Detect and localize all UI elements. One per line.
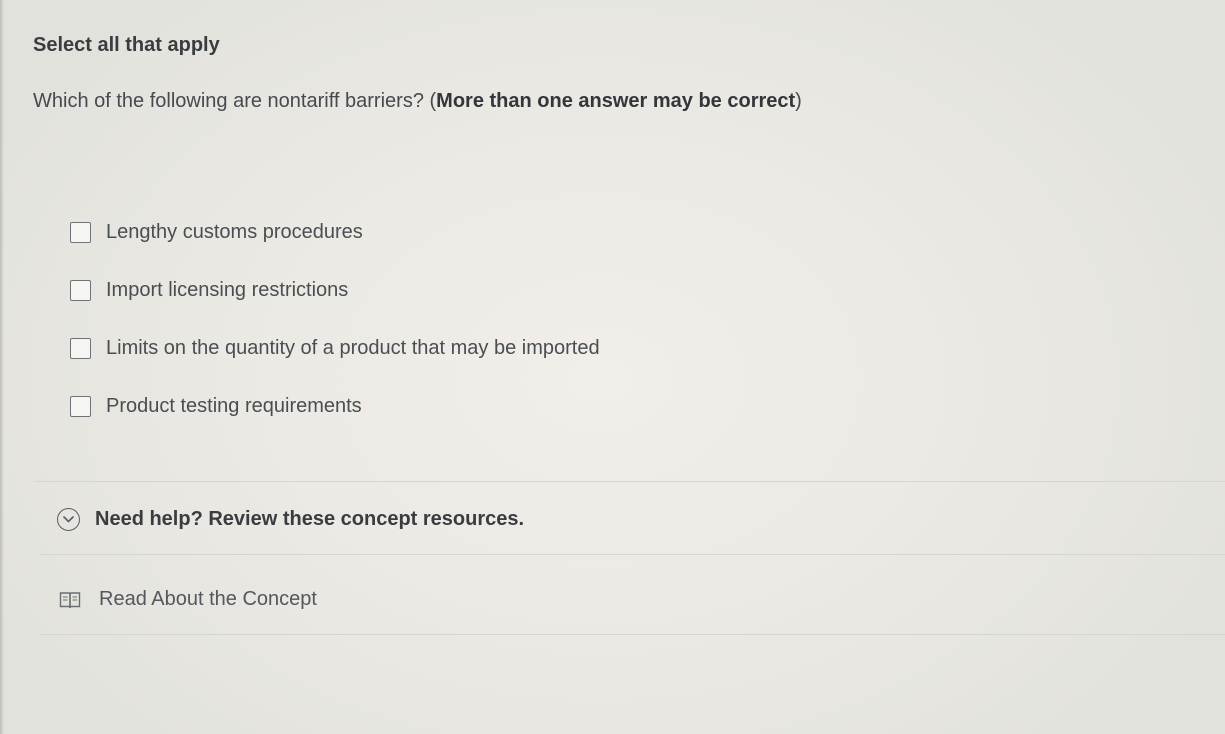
- concept-resources-label[interactable]: Need help? Review these concept resource…: [95, 508, 524, 531]
- read-about-concept-link[interactable]: Read About the Concept: [59, 588, 317, 611]
- option-checkbox[interactable]: [70, 221, 91, 243]
- option-label[interactable]: Limits on the quantity of a product that…: [106, 337, 600, 360]
- question-emphasis: More than one answer may be correct: [436, 90, 796, 112]
- divider: [35, 481, 1225, 482]
- concept-resources-panel: Need help? Review these concept resource…: [35, 481, 1225, 636]
- option-checkbox[interactable]: [70, 337, 91, 359]
- answer-option-2[interactable]: Import licensing restrictions: [70, 261, 600, 319]
- chevron-down-circle-icon[interactable]: [57, 508, 80, 531]
- answer-options: Lengthy customs procedures Import licens…: [70, 203, 600, 435]
- option-label[interactable]: Product testing requirements: [106, 395, 362, 418]
- answer-option-4[interactable]: Product testing requirements: [70, 377, 600, 435]
- divider: [40, 554, 1225, 555]
- concept-resources-toggle[interactable]: Need help? Review these concept resource…: [57, 508, 524, 531]
- option-label[interactable]: Lengthy customs procedures: [106, 221, 363, 244]
- answer-option-1[interactable]: Lengthy customs procedures: [70, 203, 600, 261]
- question-close: ): [795, 90, 802, 112]
- divider: [40, 634, 1225, 635]
- option-label[interactable]: Import licensing restrictions: [106, 279, 348, 302]
- question-text: Which of the following are nontariff bar…: [33, 90, 437, 112]
- read-about-concept-label[interactable]: Read About the Concept: [99, 588, 317, 611]
- option-checkbox[interactable]: [70, 279, 91, 301]
- option-checkbox[interactable]: [70, 395, 91, 417]
- answer-option-3[interactable]: Limits on the quantity of a product that…: [70, 319, 600, 377]
- question-prompt: Which of the following are nontariff bar…: [33, 90, 802, 113]
- instruction-heading: Select all that apply: [33, 34, 220, 56]
- window-edge: [0, 0, 4, 734]
- book-icon: [59, 590, 81, 610]
